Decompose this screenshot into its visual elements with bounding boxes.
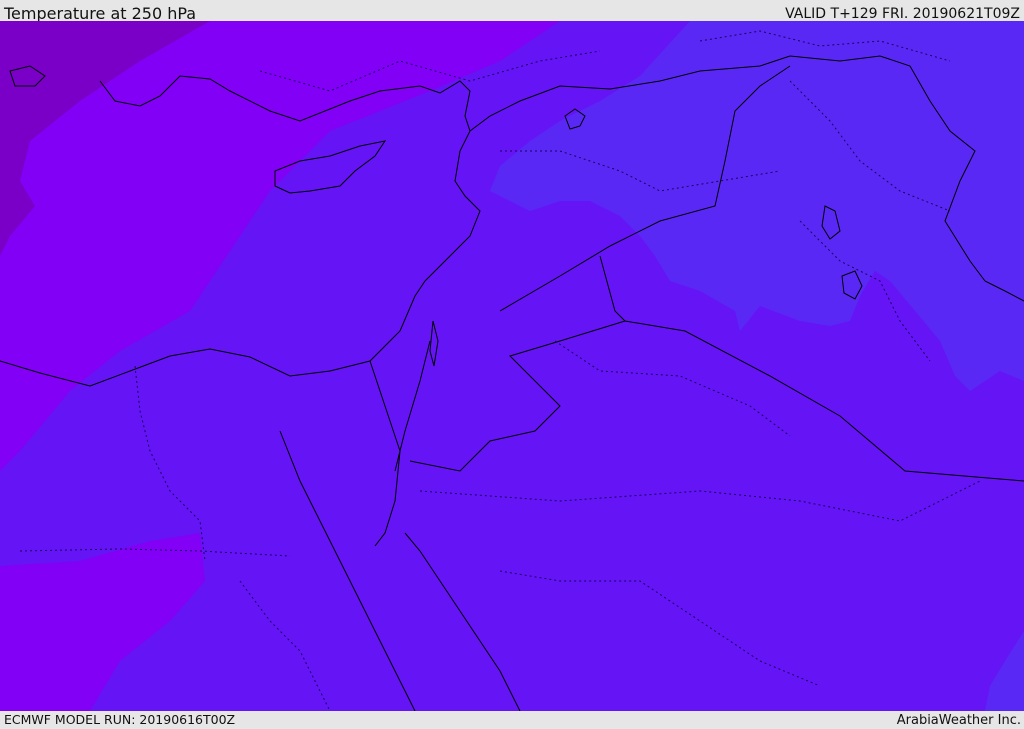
header-bar: Temperature at 250 hPa VALID T+129 FRI. … [0,0,1024,23]
model-run-label: ECMWF MODEL RUN: 20190616T00Z [4,712,236,727]
weather-map[interactable] [0,21,1024,711]
brand-label: ArabiaWeather Inc. [896,713,1021,728]
